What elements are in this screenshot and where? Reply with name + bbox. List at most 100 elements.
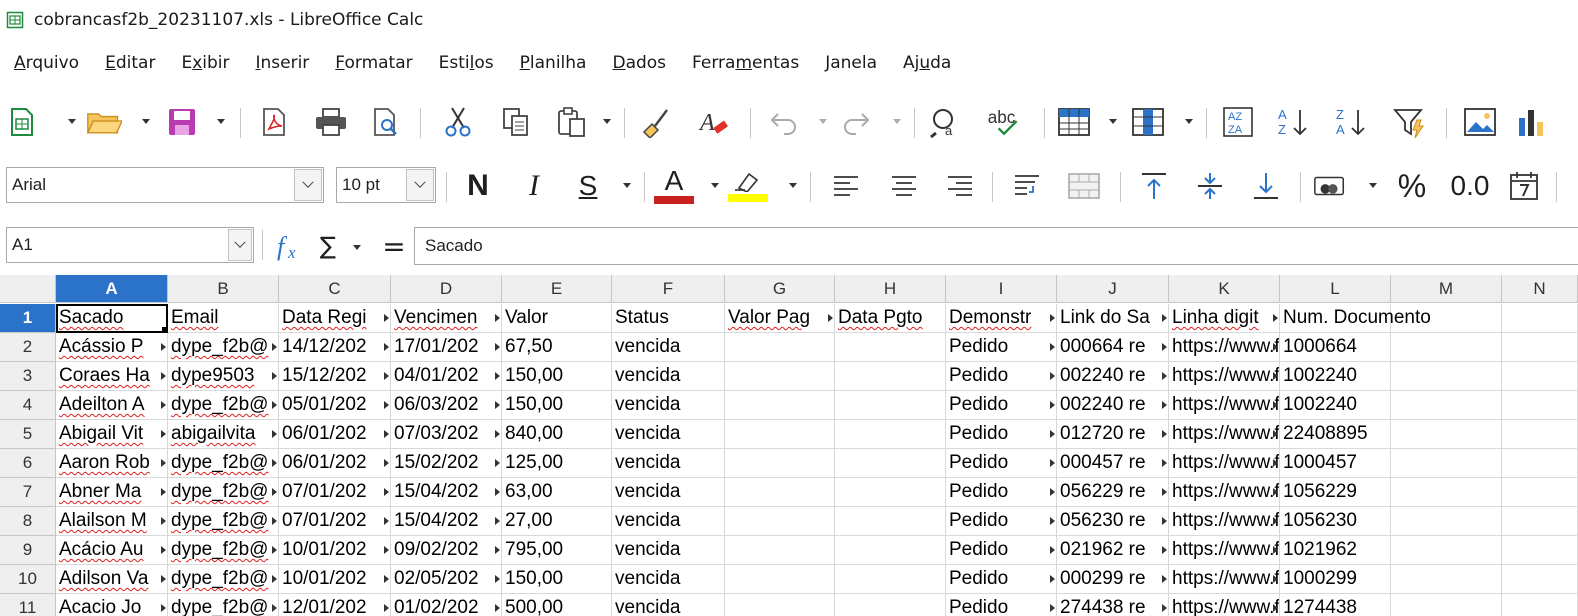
sort-descending-icon[interactable]: ZA xyxy=(1334,104,1370,140)
paste-icon[interactable] xyxy=(554,104,590,140)
underline-dropdown[interactable] xyxy=(622,178,632,192)
autofilter-icon[interactable] xyxy=(1392,104,1428,140)
column-header-m[interactable]: M xyxy=(1391,275,1502,303)
table-cell[interactable]: vencida xyxy=(612,362,725,391)
table-cell[interactable] xyxy=(725,391,835,420)
table-cell[interactable]: dype_f2b@ xyxy=(168,391,279,420)
menu-item[interactable]: Editar xyxy=(105,53,155,73)
table-cell[interactable]: vencida xyxy=(612,565,725,594)
table-cell[interactable]: 1000457 xyxy=(1280,449,1391,478)
table-cell[interactable] xyxy=(1502,362,1578,391)
open-folder-icon[interactable] xyxy=(86,104,122,140)
table-cell[interactable] xyxy=(835,362,946,391)
table-cell[interactable] xyxy=(1502,478,1578,507)
font-name-dropdown[interactable] xyxy=(294,169,322,201)
table-cell[interactable]: dype_f2b@ xyxy=(168,333,279,362)
table-cell[interactable]: 01/02/202 xyxy=(391,594,502,616)
header-cell[interactable]: Data Regi xyxy=(279,304,391,333)
header-cell[interactable]: Valor xyxy=(502,304,612,333)
menu-item[interactable]: Planilha xyxy=(520,53,587,73)
clear-formatting-icon[interactable]: A xyxy=(696,104,732,140)
table-cell[interactable] xyxy=(1502,333,1578,362)
table-cell[interactable] xyxy=(725,449,835,478)
menu-item[interactable]: Ferramentas xyxy=(692,53,799,73)
table-cell[interactable] xyxy=(725,478,835,507)
save-icon[interactable] xyxy=(164,104,200,140)
table-cell[interactable]: 67,50 xyxy=(502,333,612,362)
table-cell[interactable]: Acássio P xyxy=(56,333,168,362)
row-header-7[interactable]: 7 xyxy=(0,478,56,507)
table-cell[interactable]: https://www.f2b.com. xyxy=(1169,420,1280,449)
align-top-icon[interactable] xyxy=(1136,168,1172,204)
table-cell[interactable] xyxy=(1502,536,1578,565)
table-cell[interactable]: 1000664 xyxy=(1280,333,1391,362)
table-cell[interactable] xyxy=(725,594,835,616)
table-cell[interactable] xyxy=(1391,333,1502,362)
table-cell[interactable]: dype9503 xyxy=(168,362,279,391)
highlight-button[interactable] xyxy=(728,168,768,204)
function-wizard-icon[interactable]: fx xyxy=(272,228,308,264)
column-header-j[interactable]: J xyxy=(1057,275,1169,303)
table-cell[interactable] xyxy=(835,536,946,565)
table-cell[interactable]: 002240 re xyxy=(1057,362,1169,391)
table-cell[interactable]: dype_f2b@ xyxy=(168,507,279,536)
menu-item[interactable]: Estilos xyxy=(439,53,494,73)
table-cell[interactable]: 27,00 xyxy=(502,507,612,536)
table-cell[interactable]: https://www.f2b.com. xyxy=(1169,449,1280,478)
table-cell[interactable]: 63,00 xyxy=(502,478,612,507)
date-format-icon[interactable] xyxy=(1506,168,1542,204)
name-box[interactable]: A1 xyxy=(6,227,254,263)
table-cell[interactable] xyxy=(1391,362,1502,391)
table-cell[interactable]: vencida xyxy=(612,478,725,507)
table-cell[interactable]: 1056230 xyxy=(1280,507,1391,536)
align-bottom-icon[interactable] xyxy=(1248,168,1284,204)
column-header-b[interactable]: B xyxy=(168,275,279,303)
table-cell[interactable] xyxy=(835,391,946,420)
column-header-h[interactable]: H xyxy=(835,275,946,303)
table-cell[interactable]: 056229 re xyxy=(1057,478,1169,507)
font-name-box[interactable]: Arial xyxy=(6,167,324,203)
table-cell[interactable]: 150,00 xyxy=(502,565,612,594)
align-right-icon[interactable] xyxy=(942,168,978,204)
header-cell[interactable]: Email xyxy=(168,304,279,333)
column-header-a[interactable]: A xyxy=(56,275,168,303)
print-icon[interactable] xyxy=(313,104,349,140)
table-cell[interactable] xyxy=(1391,478,1502,507)
table-cell[interactable]: 1056229 xyxy=(1280,478,1391,507)
header-cell[interactable]: Num. Documento xyxy=(1280,304,1431,333)
table-cell[interactable]: dype_f2b@ xyxy=(168,565,279,594)
highlight-dropdown[interactable] xyxy=(788,178,798,192)
table-cell[interactable]: 15/04/202 xyxy=(391,478,502,507)
column-header-g[interactable]: G xyxy=(725,275,835,303)
table-cell[interactable] xyxy=(1502,507,1578,536)
copy-icon[interactable] xyxy=(498,104,534,140)
table-cell[interactable] xyxy=(1391,507,1502,536)
row-header-10[interactable]: 10 xyxy=(0,565,56,594)
insert-chart-icon[interactable] xyxy=(1514,104,1550,140)
header-cell[interactable]: Linha digit xyxy=(1169,304,1280,333)
table-cell[interactable]: vencida xyxy=(612,420,725,449)
table-cell[interactable]: 15/04/202 xyxy=(391,507,502,536)
new-spreadsheet-icon[interactable] xyxy=(4,104,40,140)
row-header-2[interactable]: 2 xyxy=(0,333,56,362)
header-cell[interactable]: Demonstr xyxy=(946,304,1057,333)
table-cell[interactable] xyxy=(835,420,946,449)
column-icon[interactable] xyxy=(1130,104,1166,140)
export-pdf-icon[interactable] xyxy=(256,104,292,140)
menu-item[interactable]: Dados xyxy=(612,53,666,73)
align-left-icon[interactable] xyxy=(828,168,864,204)
table-cell[interactable]: vencida xyxy=(612,536,725,565)
table-cell[interactable] xyxy=(1502,391,1578,420)
header-cell[interactable]: Status xyxy=(612,304,725,333)
table-cell[interactable]: 150,00 xyxy=(502,391,612,420)
spelling-icon[interactable]: abc xyxy=(986,104,1022,140)
row-header-1[interactable]: 1 xyxy=(0,304,56,333)
table-cell[interactable] xyxy=(1502,594,1578,616)
table-cell[interactable]: 056230 re xyxy=(1057,507,1169,536)
wrap-text-icon[interactable] xyxy=(1010,168,1046,204)
table-cell[interactable] xyxy=(835,449,946,478)
table-cell[interactable]: 000457 re xyxy=(1057,449,1169,478)
print-preview-icon[interactable] xyxy=(368,104,404,140)
table-cell[interactable] xyxy=(835,594,946,616)
table-cell[interactable]: 10/01/202 xyxy=(279,536,391,565)
